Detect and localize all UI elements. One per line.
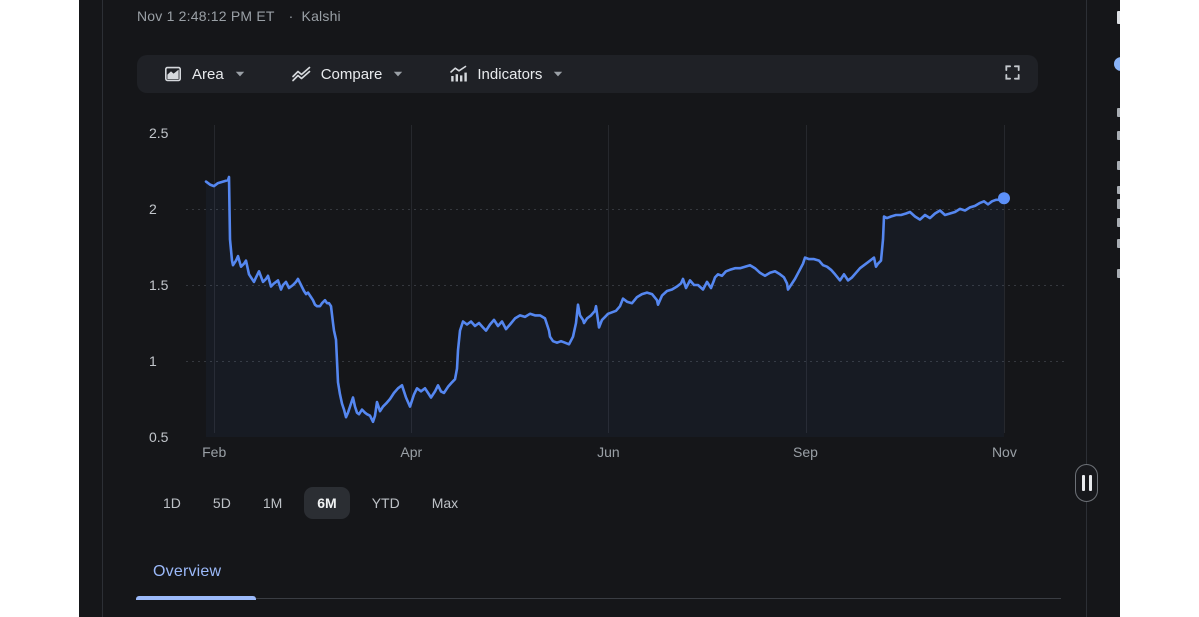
clipped-text-fragment	[1117, 199, 1120, 209]
y-axis-labels: 2.521.510.5	[149, 120, 183, 437]
clipped-text-fragment	[1117, 108, 1120, 117]
clipped-text-fragment	[1117, 161, 1120, 170]
range-button-max[interactable]: Max	[422, 487, 468, 519]
page: Nov 1 2:48:12 PM ET · Kalshi Area	[0, 0, 1199, 617]
finance-chart-panel: Nov 1 2:48:12 PM ET · Kalshi Area	[103, 0, 1086, 617]
y-axis-label: 0.5	[149, 429, 168, 445]
right-panel-clipped	[1087, 0, 1120, 617]
price-line-svg	[186, 120, 1066, 437]
range-button-5d[interactable]: 5D	[203, 487, 241, 519]
active-tab-indicator	[136, 596, 256, 600]
handle-grip-bar	[1089, 475, 1092, 491]
range-button-1m[interactable]: 1M	[253, 487, 292, 519]
y-axis-label: 2.5	[149, 125, 168, 141]
range-button-ytd[interactable]: YTD	[362, 487, 410, 519]
time-range-selector: 1D 5D 1M 6M YTD Max	[153, 487, 468, 519]
y-axis-label: 1	[149, 353, 157, 369]
range-button-1d[interactable]: 1D	[153, 487, 191, 519]
handle-grip-bar	[1082, 475, 1085, 491]
x-axis-label: Jun	[597, 444, 620, 460]
clipped-text-fragment	[1117, 131, 1120, 140]
x-axis-label: Apr	[400, 444, 422, 460]
clipped-text-fragment	[1117, 239, 1120, 248]
y-axis-label: 1.5	[149, 277, 168, 293]
clipped-blue-circle-icon	[1114, 57, 1120, 71]
tab-overview[interactable]: Overview	[153, 563, 221, 581]
tab-bar-border	[136, 598, 1061, 599]
left-panel-edge	[79, 0, 102, 617]
x-axis-label: Nov	[992, 444, 1017, 460]
clipped-text-fragment	[1117, 186, 1120, 194]
clipped-text-fragment	[1117, 269, 1120, 278]
clipped-text-fragment	[1117, 11, 1120, 24]
plot-area: FebAprJunSepNov	[186, 120, 1066, 437]
x-axis-label: Sep	[793, 444, 818, 460]
price-chart[interactable]: 2.521.510.5 FebAprJunSepNov	[103, 0, 1086, 470]
range-button-6m[interactable]: 6M	[304, 487, 349, 519]
latest-price-dot	[998, 192, 1010, 204]
clipped-text-fragment	[1117, 218, 1120, 227]
x-axis-label: Feb	[202, 444, 226, 460]
y-axis-label: 2	[149, 201, 157, 217]
panel-resize-handle[interactable]	[1075, 464, 1098, 502]
